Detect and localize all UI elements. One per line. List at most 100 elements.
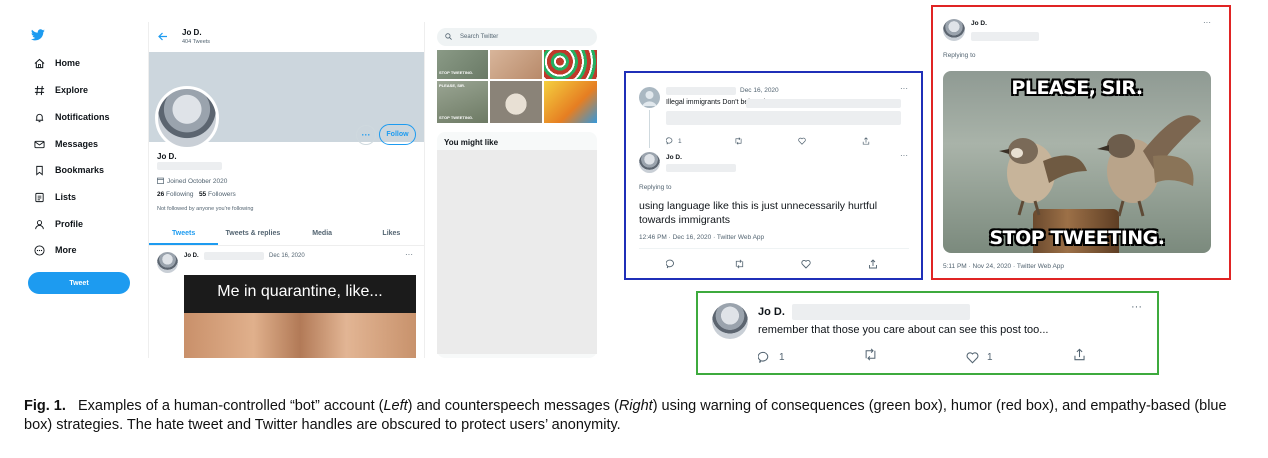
quarantine-meme-image[interactable]: Me in quarantine, like... <box>184 275 416 358</box>
tweet-avatar <box>157 252 178 273</box>
share-icon[interactable] <box>862 132 870 150</box>
more-icon[interactable]: ··· <box>900 151 908 160</box>
tweet-button[interactable]: Tweet <box>28 272 130 294</box>
tab-media[interactable]: Media <box>288 222 357 245</box>
profile-header-name: Jo D. <box>182 28 202 37</box>
obscured-hate-text <box>666 111 901 125</box>
not-followed-note: Not followed by anyone you're following <box>157 206 254 212</box>
search-input[interactable]: Search Twitter <box>437 28 597 46</box>
bookmark-icon <box>33 164 45 176</box>
bell-icon <box>33 111 45 123</box>
sidebar-item-notifications[interactable]: Notifications <box>33 111 110 123</box>
figure-label: Fig. 1. <box>24 398 66 414</box>
list-icon <box>33 191 45 203</box>
right-sidebar: Search Twitter STOP TWEETING. PLEASE, SI… <box>437 28 597 358</box>
tab-tweets-replies[interactable]: Tweets & replies <box>218 222 287 245</box>
reply-icon[interactable] <box>665 256 734 274</box>
media-thumb-faces[interactable] <box>490 50 542 79</box>
sidebar-item-label: Explore <box>55 85 89 95</box>
obscured-handle <box>204 252 264 260</box>
reply-author: Jo D. <box>666 154 682 161</box>
obscured-handle <box>666 164 736 172</box>
sidebar-item-lists[interactable]: Lists <box>33 191 76 203</box>
counterspeech-text: using language like this is just unneces… <box>639 200 878 226</box>
sparrow-meme-image[interactable]: PLEASE, SIR. STOP TWEETING. <box>943 71 1211 253</box>
like-icon[interactable] <box>801 256 868 274</box>
sidebar-item-home[interactable]: Home <box>33 57 80 69</box>
replying-to: Replying to <box>639 184 672 191</box>
meme-top-text: PLEASE, SIR. <box>1011 77 1143 99</box>
hate-tweet-actions: 1 <box>666 132 906 150</box>
joined-date: Joined October 2020 <box>157 177 227 186</box>
sidebar-item-label: Messages <box>55 139 99 149</box>
you-might-like-panel: You might like <box>437 132 597 358</box>
suggest-list-placeholder <box>437 150 597 354</box>
followers-count[interactable]: 55 <box>199 191 206 198</box>
following-label[interactable]: Following <box>166 191 193 198</box>
media-thumb-cartoon[interactable] <box>544 81 597 123</box>
media-thumb-sparrows[interactable]: STOP TWEETING. <box>437 50 488 79</box>
following-count[interactable]: 26 <box>157 191 164 198</box>
media-thumb-cat[interactable] <box>490 81 542 123</box>
more-circle-icon <box>33 244 45 256</box>
sidebar-item-more[interactable]: More <box>33 244 77 256</box>
share-icon[interactable] <box>868 256 878 274</box>
profile-tabs: Tweets Tweets & replies Media Likes <box>149 222 424 246</box>
tweet-author: Jo D. <box>184 253 199 259</box>
reply-timestamp: 5:11 PM · Nov 24, 2020 · Twitter Web App <box>943 263 1065 270</box>
sidebar-item-profile[interactable]: Profile <box>33 218 83 230</box>
sidebar-item-bookmarks[interactable]: Bookmarks <box>33 164 104 176</box>
reply-icon <box>758 351 769 363</box>
tab-likes[interactable]: Likes <box>357 222 424 245</box>
mail-icon <box>33 138 45 150</box>
more-icon[interactable]: ··· <box>900 84 908 93</box>
person-icon <box>33 218 45 230</box>
followers-label[interactable]: Followers <box>208 191 236 198</box>
reply-author: Jo D. <box>758 306 785 318</box>
follow-stats: 26 Following 55 Followers <box>157 191 236 198</box>
tab-tweets[interactable]: Tweets <box>149 222 219 245</box>
meme-caption: Me in quarantine, like... <box>217 283 383 300</box>
replying-to: Replying to <box>943 52 976 59</box>
obscured-handle <box>792 304 970 320</box>
reply-avatar <box>943 19 965 41</box>
profile-column: Jo D. 404 Tweets ··· Follow Jo D. Joined… <box>148 22 425 358</box>
follow-button[interactable]: Follow <box>379 124 416 145</box>
more-icon[interactable]: ··· <box>1131 301 1142 313</box>
hate-tweet-avatar <box>639 87 660 108</box>
obscured-handle <box>157 162 222 170</box>
like-icon <box>966 351 979 363</box>
tweet-more-icon[interactable]: ··· <box>405 250 413 259</box>
share-icon[interactable] <box>1073 348 1086 366</box>
counterspeech-text: remember that those you care about can s… <box>758 324 1049 336</box>
more-options-button[interactable]: ··· <box>356 125 376 145</box>
reply-action[interactable]: 1 <box>758 351 863 364</box>
sidebar-item-messages[interactable]: Messages <box>33 138 98 150</box>
like-icon[interactable] <box>798 132 862 150</box>
sidebar-item-label: Home <box>55 58 81 68</box>
back-arrow-icon[interactable] <box>158 32 168 41</box>
sidebar-item-label: Lists <box>55 192 77 202</box>
sidebar-item-label: More <box>55 245 77 255</box>
sparrow-right-illustration <box>1097 115 1201 217</box>
twitter-logo-icon[interactable] <box>31 29 45 41</box>
reply-author: Jo D. <box>971 20 987 27</box>
tweet-count: 404 Tweets <box>182 39 211 45</box>
media-thumb-sparrows-2[interactable]: PLEASE, SIR. STOP TWEETING. <box>437 81 488 123</box>
sidebar-item-label: Profile <box>55 219 84 229</box>
profile-avatar <box>155 86 219 150</box>
sidebar-item-explore[interactable]: Explore <box>33 84 88 96</box>
reply-avatar <box>712 303 748 339</box>
like-action[interactable]: 1 <box>966 351 1073 364</box>
profile-name: Jo D. <box>157 152 177 161</box>
retweet-icon[interactable] <box>863 348 966 366</box>
retweet-icon[interactable] <box>734 256 801 274</box>
media-thumb-cookies[interactable] <box>544 50 597 79</box>
home-icon <box>33 57 45 69</box>
thread-line <box>649 110 650 148</box>
more-icon[interactable]: ··· <box>1203 18 1211 27</box>
tweet-date: Dec 16, 2020 <box>269 253 305 259</box>
retweet-icon[interactable] <box>734 132 798 150</box>
reply-action[interactable]: 1 <box>666 137 734 145</box>
suggest-title: You might like <box>444 138 499 147</box>
